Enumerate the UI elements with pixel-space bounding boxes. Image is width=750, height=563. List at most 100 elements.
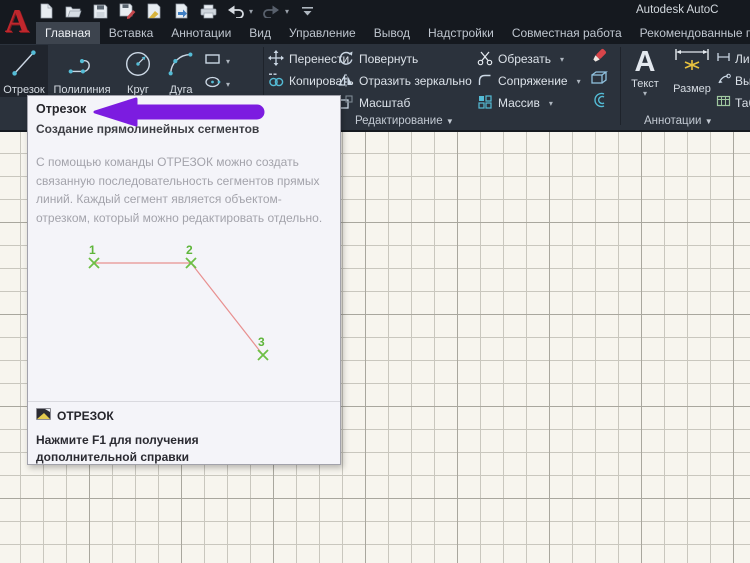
- mirror-icon: [338, 72, 354, 91]
- polyline-icon: [65, 47, 99, 84]
- leader-icon: [716, 73, 731, 88]
- command-name: ОТРЕЗОК: [57, 409, 114, 423]
- redo-icon[interactable]: [262, 2, 280, 20]
- linear-dimension-button[interactable]: Ли: [716, 51, 750, 66]
- point-label-1: 1: [89, 243, 96, 257]
- array-dropdown-icon[interactable]: ▾: [549, 99, 553, 108]
- new-file-icon[interactable]: [37, 2, 55, 20]
- trim-dropdown-icon[interactable]: ▾: [560, 55, 564, 64]
- text-tool-button[interactable]: A Текст ▾: [626, 46, 664, 98]
- tab-insert[interactable]: Вставка: [100, 22, 163, 44]
- move-button[interactable]: Перенести: [268, 50, 349, 68]
- open-file-icon[interactable]: [64, 2, 82, 20]
- move-icon: [268, 50, 284, 69]
- linear-dimension-label: Ли: [735, 52, 750, 66]
- ellipse-tool-button[interactable]: ▾: [204, 75, 230, 94]
- text-tool-icon: A: [626, 46, 664, 78]
- arc-tool-button[interactable]: Дуга: [160, 45, 202, 97]
- tab-collaborate[interactable]: Совместная работа: [503, 22, 631, 44]
- modify-panel-label[interactable]: Редактирование ▼: [355, 115, 454, 127]
- point-labels: 1 2 3: [89, 243, 265, 349]
- dimension-tool-label: Размер: [670, 83, 714, 95]
- array-icon: [477, 94, 493, 113]
- fillet-dropdown-icon[interactable]: ▾: [577, 77, 581, 86]
- polyline-tool-button[interactable]: Полилиния: [50, 45, 114, 97]
- quick-access-toolbar: ▾ ▾: [37, 2, 316, 20]
- array-button[interactable]: Массив ▾: [477, 94, 553, 112]
- rotate-button[interactable]: Повернуть: [338, 50, 418, 68]
- help-line-1: Нажмите F1 для получения: [36, 432, 199, 449]
- leader-label: Вы: [735, 74, 750, 88]
- text-dropdown-icon[interactable]: ▾: [626, 90, 664, 98]
- autocad-logo[interactable]: A: [1, 0, 33, 44]
- point-markers: [89, 258, 268, 360]
- erase-icon: [590, 47, 608, 70]
- fillet-label: Сопряжение: [498, 74, 568, 88]
- line-icon: [7, 47, 41, 84]
- fillet-icon: [477, 72, 493, 91]
- table-label: Таб: [735, 96, 750, 110]
- copy-icon: [268, 72, 284, 91]
- annotation-panel-label[interactable]: Аннотации ▼: [644, 115, 713, 127]
- app-title: Autodesk AutoC: [636, 4, 750, 16]
- tab-output[interactable]: Вывод: [365, 22, 419, 44]
- line-command-tooltip: Отрезок Создание прямолинейных сегментов…: [27, 95, 341, 465]
- annotation-panel-label-text: Аннотации: [644, 115, 701, 127]
- rectangle-dropdown-icon[interactable]: ▾: [226, 57, 230, 66]
- rectangle-icon: [204, 52, 223, 71]
- tab-view[interactable]: Вид: [240, 22, 280, 44]
- save-as-icon[interactable]: [118, 2, 136, 20]
- mirror-button[interactable]: Отразить зеркально: [338, 72, 472, 90]
- ribbon-tab-bar: Главная Вставка Аннотации Вид Управление…: [36, 22, 750, 44]
- tab-addins[interactable]: Надстройки: [419, 22, 503, 44]
- scale-button[interactable]: Масштаб: [338, 94, 410, 112]
- line-example-diagram: 1 2 3: [28, 236, 342, 396]
- rotate-icon: [338, 50, 354, 69]
- linear-dimension-icon: [716, 51, 731, 66]
- point-label-3: 3: [258, 335, 265, 349]
- autocad-window: ▾ ▾ Autodesk AutoC A Главная Вставка Анн…: [0, 0, 750, 563]
- rectangle-tool-button[interactable]: ▾: [204, 52, 230, 71]
- tooltip-help-text: Нажмите F1 для получения дополнительной …: [36, 432, 199, 466]
- trim-label: Обрезать: [498, 52, 551, 66]
- tooltip-divider: [28, 401, 340, 402]
- mirror-label: Отразить зеркально: [359, 74, 472, 88]
- dimension-tool-button[interactable]: Размер: [670, 46, 714, 95]
- tooltip-command-row: ОТРЕЗОК: [36, 408, 114, 423]
- title-bar: ▾ ▾ Autodesk AutoC: [0, 0, 750, 22]
- command-icon: [36, 408, 51, 423]
- line-tool-button[interactable]: Отрезок: [0, 45, 48, 97]
- plot-stamp-icon[interactable]: [145, 2, 163, 20]
- scale-label: Масштаб: [359, 96, 410, 110]
- undo-icon[interactable]: [226, 2, 244, 20]
- customize-toolbar-icon[interactable]: [298, 2, 316, 20]
- modify-panel-dropdown-icon: ▼: [446, 117, 454, 126]
- etransmit-icon[interactable]: [172, 2, 190, 20]
- trim-button[interactable]: Обрезать ▾: [477, 50, 564, 68]
- explode-button[interactable]: [590, 71, 608, 89]
- help-line-2: дополнительной справки: [36, 449, 199, 466]
- tab-featured-apps[interactable]: Рекомендованные прилож: [631, 22, 750, 44]
- table-icon: [716, 95, 731, 110]
- fillet-button[interactable]: Сопряжение ▾: [477, 72, 581, 90]
- tab-annotate[interactable]: Аннотации: [162, 22, 240, 44]
- annotation-panel-dropdown-icon: ▼: [705, 117, 713, 126]
- tooltip-subtitle: Создание прямолинейных сегментов: [36, 122, 259, 136]
- tooltip-description: С помощью команды ОТРЕЗОК можно создать …: [36, 153, 334, 227]
- print-icon[interactable]: [199, 2, 217, 20]
- circle-tool-button[interactable]: Круг: [116, 45, 160, 97]
- arc-icon: [164, 47, 198, 84]
- panel-separator-2: [620, 47, 621, 125]
- offset-button[interactable]: [590, 93, 608, 111]
- circle-icon: [121, 47, 155, 84]
- point-label-2: 2: [186, 243, 193, 257]
- redo-dropdown-icon[interactable]: ▾: [285, 7, 289, 16]
- save-icon[interactable]: [91, 2, 109, 20]
- tab-manage[interactable]: Управление: [280, 22, 365, 44]
- table-button[interactable]: Таб: [716, 95, 750, 110]
- erase-button[interactable]: [590, 49, 608, 67]
- tab-home[interactable]: Главная: [36, 22, 100, 44]
- ellipse-dropdown-icon[interactable]: ▾: [226, 80, 230, 89]
- leader-button[interactable]: Вы: [716, 73, 750, 88]
- undo-dropdown-icon[interactable]: ▾: [249, 7, 253, 16]
